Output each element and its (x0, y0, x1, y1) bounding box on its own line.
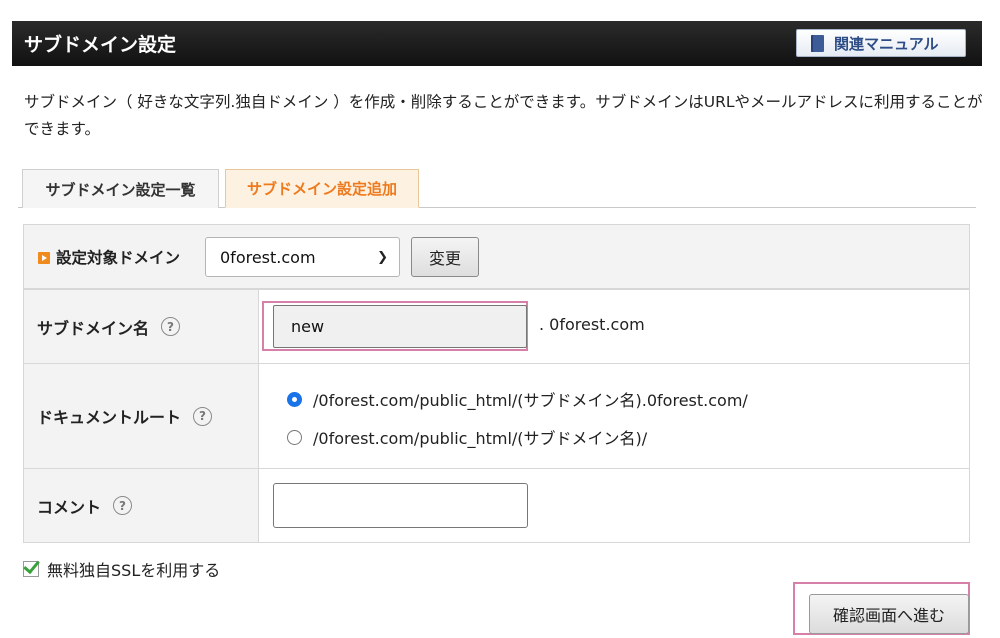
subdomain-form-table: サブドメイン名 ? new . 0forest.com ドキュメントルート ? … (23, 289, 970, 543)
proceed-to-confirm-button[interactable]: 確認画面へ進む (809, 594, 969, 634)
play-arrow-icon (38, 252, 50, 264)
help-icon[interactable]: ? (113, 496, 133, 515)
document-root-option-2-label: /0forest.com/public_html/(サブドメイン名)/ (313, 429, 648, 448)
related-manual-label: 関連マニュアル (834, 34, 939, 53)
target-domain-value: 0forest.com (220, 247, 316, 267)
tab-subdomain-list[interactable]: サブドメイン設定一覧 (22, 169, 219, 208)
help-icon[interactable]: ? (161, 317, 181, 336)
comment-label-cell: コメント ? (23, 468, 259, 543)
comment-label: コメント (37, 497, 102, 517)
target-domain-label: 設定対象ドメイン (56, 249, 181, 267)
target-domain-row: 設定対象ドメイン 0forest.com ❯ 変更 (23, 224, 970, 289)
document-root-label: ドキュメントルート (37, 408, 182, 427)
subdomain-name-label-cell: サブドメイン名 ? (23, 289, 259, 364)
tab-subdomain-add[interactable]: サブドメイン設定追加 (225, 169, 419, 208)
radio-button[interactable] (287, 429, 302, 445)
change-domain-button[interactable]: 変更 (411, 237, 479, 277)
free-ssl-checkbox[interactable] (23, 561, 39, 577)
free-ssl-label: 無料独自SSLを利用する (47, 561, 221, 580)
target-domain-select[interactable]: 0forest.com ❯ (205, 237, 400, 277)
document-root-option-1-label: /0forest.com/public_html/(サブドメイン名).0fore… (313, 391, 748, 410)
chevron-down-icon: ❯ (377, 250, 388, 265)
help-icon[interactable]: ? (193, 406, 213, 426)
subdomain-name-input[interactable]: new (273, 305, 527, 348)
subdomain-name-label: サブドメイン名 (37, 318, 150, 338)
comment-input[interactable] (273, 483, 528, 528)
document-root-cell: /0forest.com/public_html/(サブドメイン名).0fore… (258, 363, 970, 469)
page-title: サブドメイン設定 (24, 34, 177, 56)
document-root-option-2[interactable]: /0forest.com/public_html/(サブドメイン名)/ (287, 425, 647, 449)
page-header: サブドメイン設定 関連マニュアル (12, 21, 982, 66)
subdomain-suffix: . 0forest.com (539, 315, 645, 334)
document-root-option-1[interactable]: /0forest.com/public_html/(サブドメイン名).0fore… (287, 387, 748, 411)
book-icon (811, 34, 824, 52)
free-ssl-option[interactable]: 無料独自SSLを利用する (23, 557, 220, 581)
page-description: サブドメイン（ 好きな文字列.独自ドメイン ）を作成・削除することができます。サ… (24, 93, 983, 138)
subdomain-name-cell: new . 0forest.com (258, 289, 970, 364)
radio-button-selected[interactable] (287, 391, 302, 407)
subdomain-name-value: new (291, 317, 325, 336)
document-root-label-cell: ドキュメントルート ? (23, 363, 259, 469)
comment-cell (258, 468, 970, 543)
related-manual-button[interactable]: 関連マニュアル (796, 29, 966, 57)
